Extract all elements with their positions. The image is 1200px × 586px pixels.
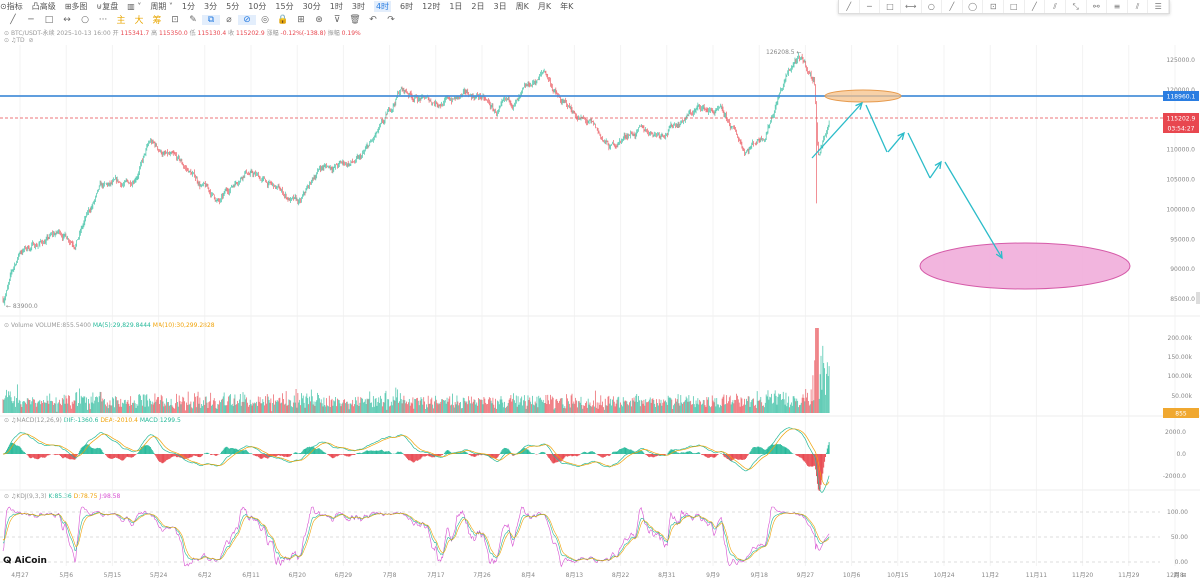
axis-scroll-handle[interactable] bbox=[1196, 292, 1200, 304]
date-tick: 7月26 bbox=[473, 572, 491, 579]
date-tick: 6月20 bbox=[288, 572, 306, 579]
date-tick: 4月27 bbox=[11, 572, 29, 579]
date-tick: 8月13 bbox=[566, 572, 584, 579]
date-tick: 5月6 bbox=[59, 572, 73, 579]
date-tick: 11月11 bbox=[1026, 572, 1047, 579]
price-tick: 95000.0 bbox=[1170, 236, 1195, 243]
arrow-drawing bbox=[865, 104, 888, 153]
volume-last-tag: 855 bbox=[1175, 411, 1187, 418]
price-tick: 85000.0 bbox=[1170, 296, 1195, 303]
high-annotation: 126208.5 ← bbox=[766, 49, 802, 56]
arrow-drawing bbox=[907, 132, 931, 179]
date-tick: 10月24 bbox=[933, 572, 954, 579]
kdj-tick: 50.00 bbox=[1171, 534, 1188, 541]
low-annotation: ← 83900.0 bbox=[6, 303, 38, 310]
date-tick: 8月31 bbox=[658, 572, 676, 579]
kdj-tick: 100.00 bbox=[1167, 509, 1188, 516]
date-tick: 5月15 bbox=[104, 572, 122, 579]
date-tick: 11月20 bbox=[1072, 572, 1093, 579]
date-tick: 9月27 bbox=[797, 572, 815, 579]
arrow-drawing bbox=[944, 161, 1003, 259]
date-tick: 8月4 bbox=[521, 572, 535, 579]
logo-text: AiCoin bbox=[14, 556, 47, 566]
price-tick: 100000.0 bbox=[1166, 206, 1195, 213]
macd-tick: 0.0 bbox=[1176, 451, 1186, 458]
macd-tick: 2000.0 bbox=[1165, 429, 1186, 436]
date-tick: 6月2 bbox=[198, 572, 212, 579]
target-zone-ellipse bbox=[919, 242, 1131, 290]
arrow-drawing bbox=[811, 102, 863, 159]
date-tick: 9月9 bbox=[706, 572, 720, 579]
date-tick: 6月29 bbox=[335, 572, 353, 579]
volume-tick: 50.00k bbox=[1171, 393, 1192, 400]
volume-tick: 150.00k bbox=[1168, 354, 1193, 361]
kdj-tick: 0.00 bbox=[1175, 559, 1189, 566]
date-tick: 6月11 bbox=[242, 572, 260, 579]
price-tick: 105000.0 bbox=[1166, 177, 1195, 184]
period-switch: 周 ⊞ bbox=[1174, 572, 1187, 579]
chart-canvas[interactable]: 4月27 5月6 5月15 5月24 6月2 6月11 6月20 6月29 7月8 7月17 7月2… bbox=[0, 0, 1200, 586]
date-tick: 11月29 bbox=[1118, 572, 1139, 579]
volume-tick: 100.00k bbox=[1168, 373, 1193, 380]
date-tick: 8月22 bbox=[612, 572, 630, 579]
macd-tick: -2000.0 bbox=[1163, 473, 1186, 480]
price-tick: 90000.0 bbox=[1170, 266, 1195, 273]
price-tick: 125000.0 bbox=[1166, 57, 1195, 64]
date-tick: 7月8 bbox=[383, 572, 397, 579]
arrow-drawing bbox=[887, 132, 905, 153]
date-tick: 10月15 bbox=[887, 572, 908, 579]
date-tick: 5月24 bbox=[150, 572, 168, 579]
countdown-tag: 03:54:27 bbox=[1168, 126, 1195, 133]
aicoin-logo: ⵕ AiCoin bbox=[3, 556, 47, 566]
date-tick: 9月18 bbox=[750, 572, 768, 579]
price-tick: 110000.0 bbox=[1166, 147, 1195, 154]
volume-tick: 200.00k bbox=[1168, 335, 1193, 342]
line-price-tag: 118960.1 bbox=[1167, 94, 1196, 101]
current-price-tag: 115202.9 bbox=[1167, 116, 1196, 123]
date-tick: 11月2 bbox=[981, 572, 999, 579]
date-tick: 10月6 bbox=[843, 572, 861, 579]
date-tick: 7月17 bbox=[427, 572, 445, 579]
resistance-zone-ellipse bbox=[824, 89, 902, 103]
